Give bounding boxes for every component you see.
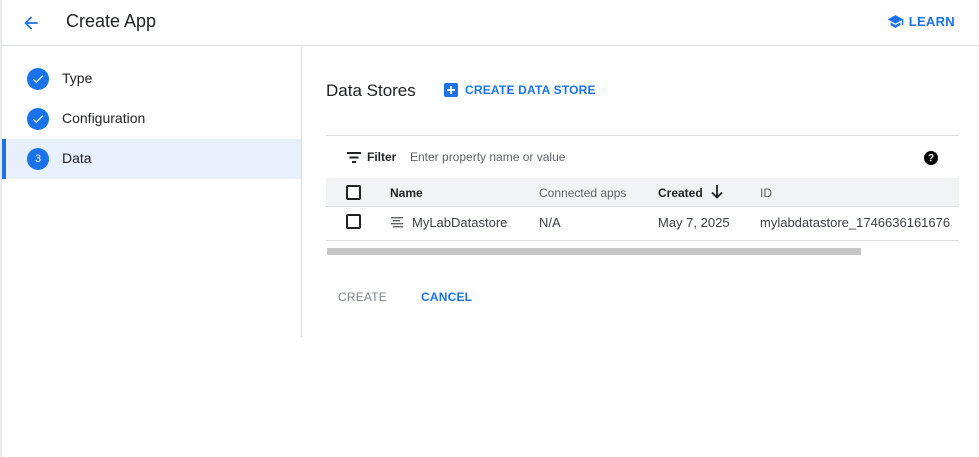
app-header: Create App LEARN [0,0,979,46]
arrow-back-icon [24,16,38,30]
data-stores-table: Filter ? Name Connected apps Created ID … [326,135,959,241]
column-header-name[interactable]: Name [390,186,423,200]
step-configuration[interactable]: Configuration [2,99,301,139]
add-box-icon [444,83,458,97]
step-label: Data [62,150,92,166]
learn-button[interactable]: LEARN [887,13,955,30]
page-title: Create App [66,11,157,31]
cancel-button[interactable]: CANCEL [421,290,472,304]
filter-input[interactable] [410,147,890,167]
cell-connected-apps: N/A [539,215,561,230]
cell-name: MyLabDatastore [412,215,508,230]
filter-label: Filter [367,150,397,164]
column-header-id[interactable]: ID [760,186,772,200]
step-data[interactable]: 3 Data [2,139,301,179]
check-circle-icon [27,68,49,90]
stepper-sidebar: Type Configuration 3 Data [2,47,302,337]
create-data-store-button[interactable]: CREATE DATA STORE [444,83,596,97]
row-checkbox[interactable] [346,214,361,229]
create-button[interactable]: CREATE [338,290,387,304]
step-number: 3 [34,153,42,165]
step-type[interactable]: Type [2,59,301,99]
cell-id: mylabdatastore_1746636161676 [760,215,951,230]
filter-list-icon[interactable] [347,152,361,163]
column-header-connected-apps[interactable]: Connected apps [539,186,626,200]
select-all-checkbox[interactable] [346,185,361,200]
step-number-badge: 3 [27,148,49,170]
filter-bar: Filter ? [326,136,959,178]
cell-created: May 7, 2025 [658,215,730,230]
arrow-downward-icon[interactable] [710,184,724,200]
table-header-row: Name Connected apps Created ID [326,178,959,207]
back-button[interactable] [18,10,44,36]
help-icon[interactable]: ? [924,151,938,165]
check-circle-icon [27,108,49,130]
table-row[interactable]: MyLabDatastore N/A May 7, 2025 mylabdata… [326,207,959,241]
data-stores-title: Data Stores [326,81,416,100]
data-store-icon [391,217,403,228]
step-label: Configuration [62,110,146,126]
step-label: Type [62,70,93,86]
horizontal-scrollbar[interactable] [327,248,861,255]
column-header-created[interactable]: Created [658,186,703,200]
create-data-store-label: CREATE DATA STORE [465,83,596,97]
school-icon [887,15,904,28]
learn-label: LEARN [908,14,955,29]
